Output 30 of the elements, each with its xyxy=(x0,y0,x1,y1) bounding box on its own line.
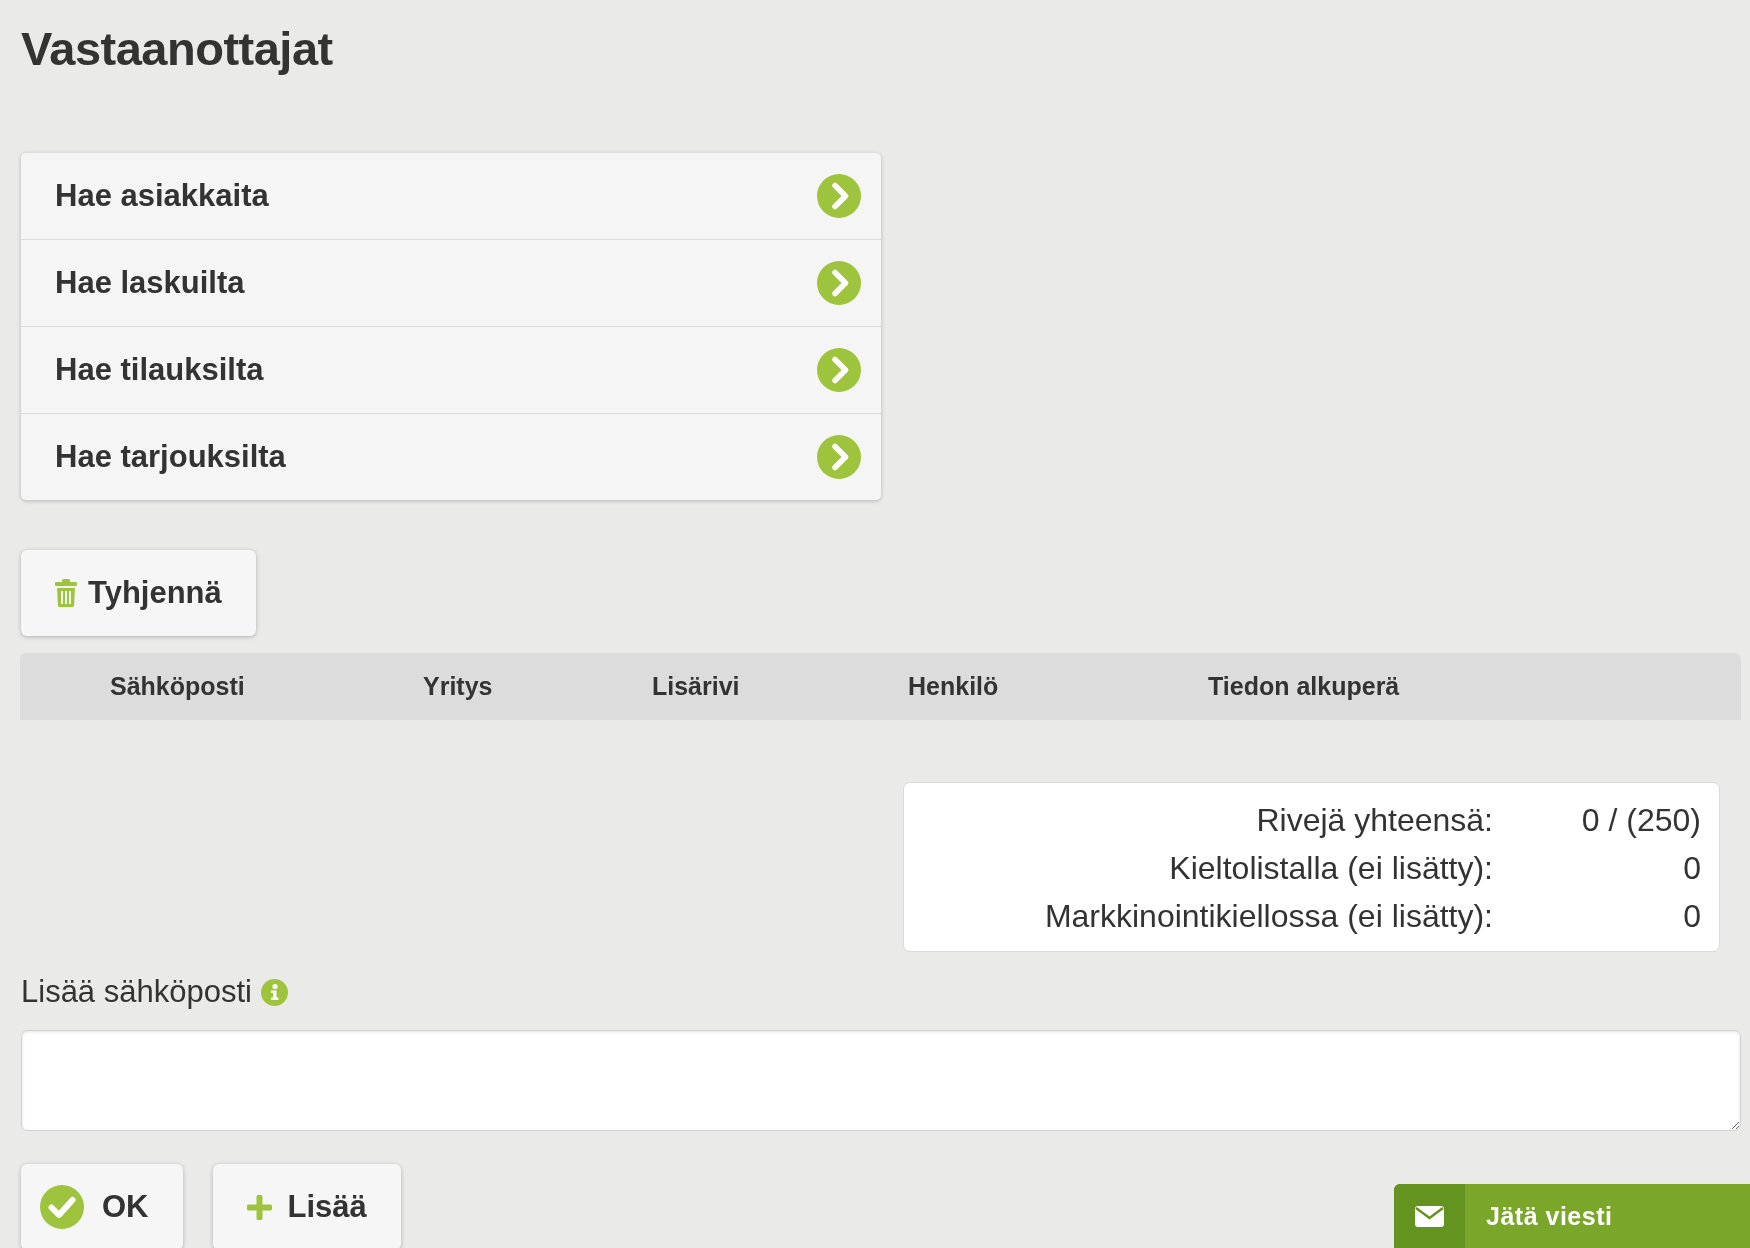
page-title: Vastaanottajat xyxy=(21,21,333,77)
column-header: Lisärivi xyxy=(652,672,740,701)
summary-value: 0 xyxy=(1683,897,1701,936)
check-icon xyxy=(40,1185,84,1229)
chevron-right-icon xyxy=(817,348,861,392)
plus-icon xyxy=(246,1194,272,1220)
email-input-field[interactable] xyxy=(21,1030,1741,1131)
search-menu-item[interactable]: Hae laskuilta xyxy=(21,239,881,326)
add-button[interactable]: Lisää xyxy=(212,1164,401,1248)
summary-value: 0 / (250) xyxy=(1581,801,1701,840)
envelope-icon xyxy=(1394,1184,1465,1248)
trash-icon xyxy=(55,579,77,607)
info-icon xyxy=(260,978,288,1006)
chevron-right-icon xyxy=(817,261,861,305)
field-label: Lisää sähköposti xyxy=(21,974,252,1010)
column-header: Tiedon alkuperä xyxy=(1208,672,1400,701)
column-header: Sähköposti xyxy=(110,672,245,701)
search-menu-item[interactable]: Hae tarjouksilta xyxy=(21,413,881,500)
clear-button[interactable]: Tyhjennä xyxy=(21,550,256,636)
summary-label: Rivejä yhteensä: xyxy=(1256,801,1493,840)
search-menu-item[interactable]: Hae asiakkaita xyxy=(21,153,881,239)
chevron-right-icon xyxy=(817,435,861,479)
chevron-right-icon xyxy=(817,174,861,218)
column-header: Henkilö xyxy=(908,672,999,701)
summary-label: Markkinointikiellossa (ei lisätty): xyxy=(1044,897,1493,936)
summary-value: 0 xyxy=(1683,849,1701,888)
column-header: Yritys xyxy=(423,672,493,701)
ok-button[interactable]: OK xyxy=(21,1164,183,1248)
summary-label: Kieltolistalla (ei lisätty): xyxy=(1169,849,1493,888)
search-menu-item[interactable]: Hae tilauksilta xyxy=(21,326,881,413)
